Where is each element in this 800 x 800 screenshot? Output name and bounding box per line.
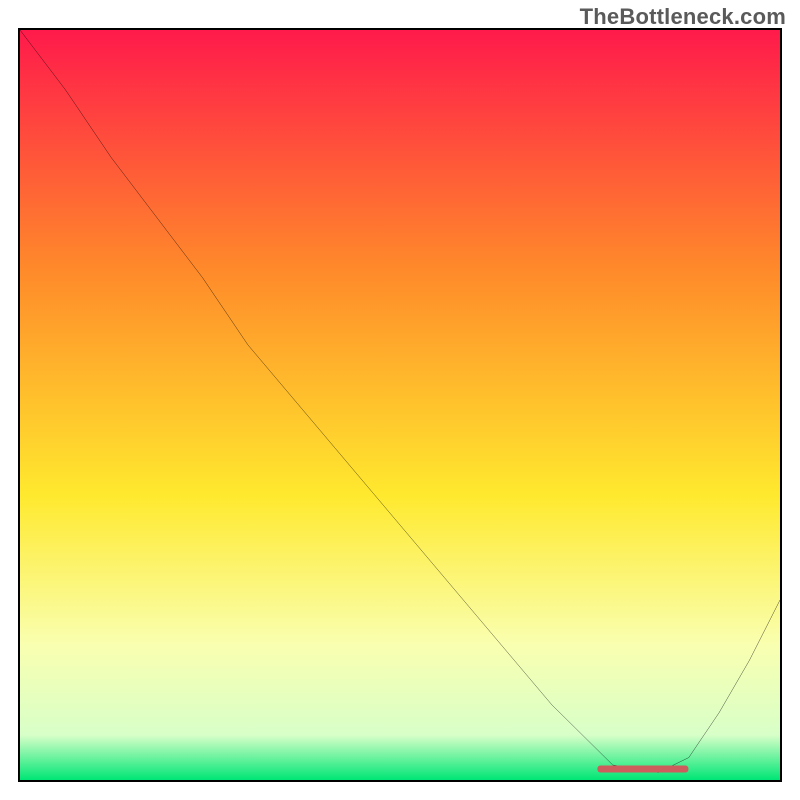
watermark-text: TheBottleneck.com	[580, 4, 786, 30]
plot-area	[18, 28, 782, 782]
curve-layer	[20, 30, 780, 780]
bottleneck-curve	[20, 30, 780, 773]
sweet-spot-marker	[598, 765, 689, 772]
bottleneck-chart: TheBottleneck.com	[0, 0, 800, 800]
